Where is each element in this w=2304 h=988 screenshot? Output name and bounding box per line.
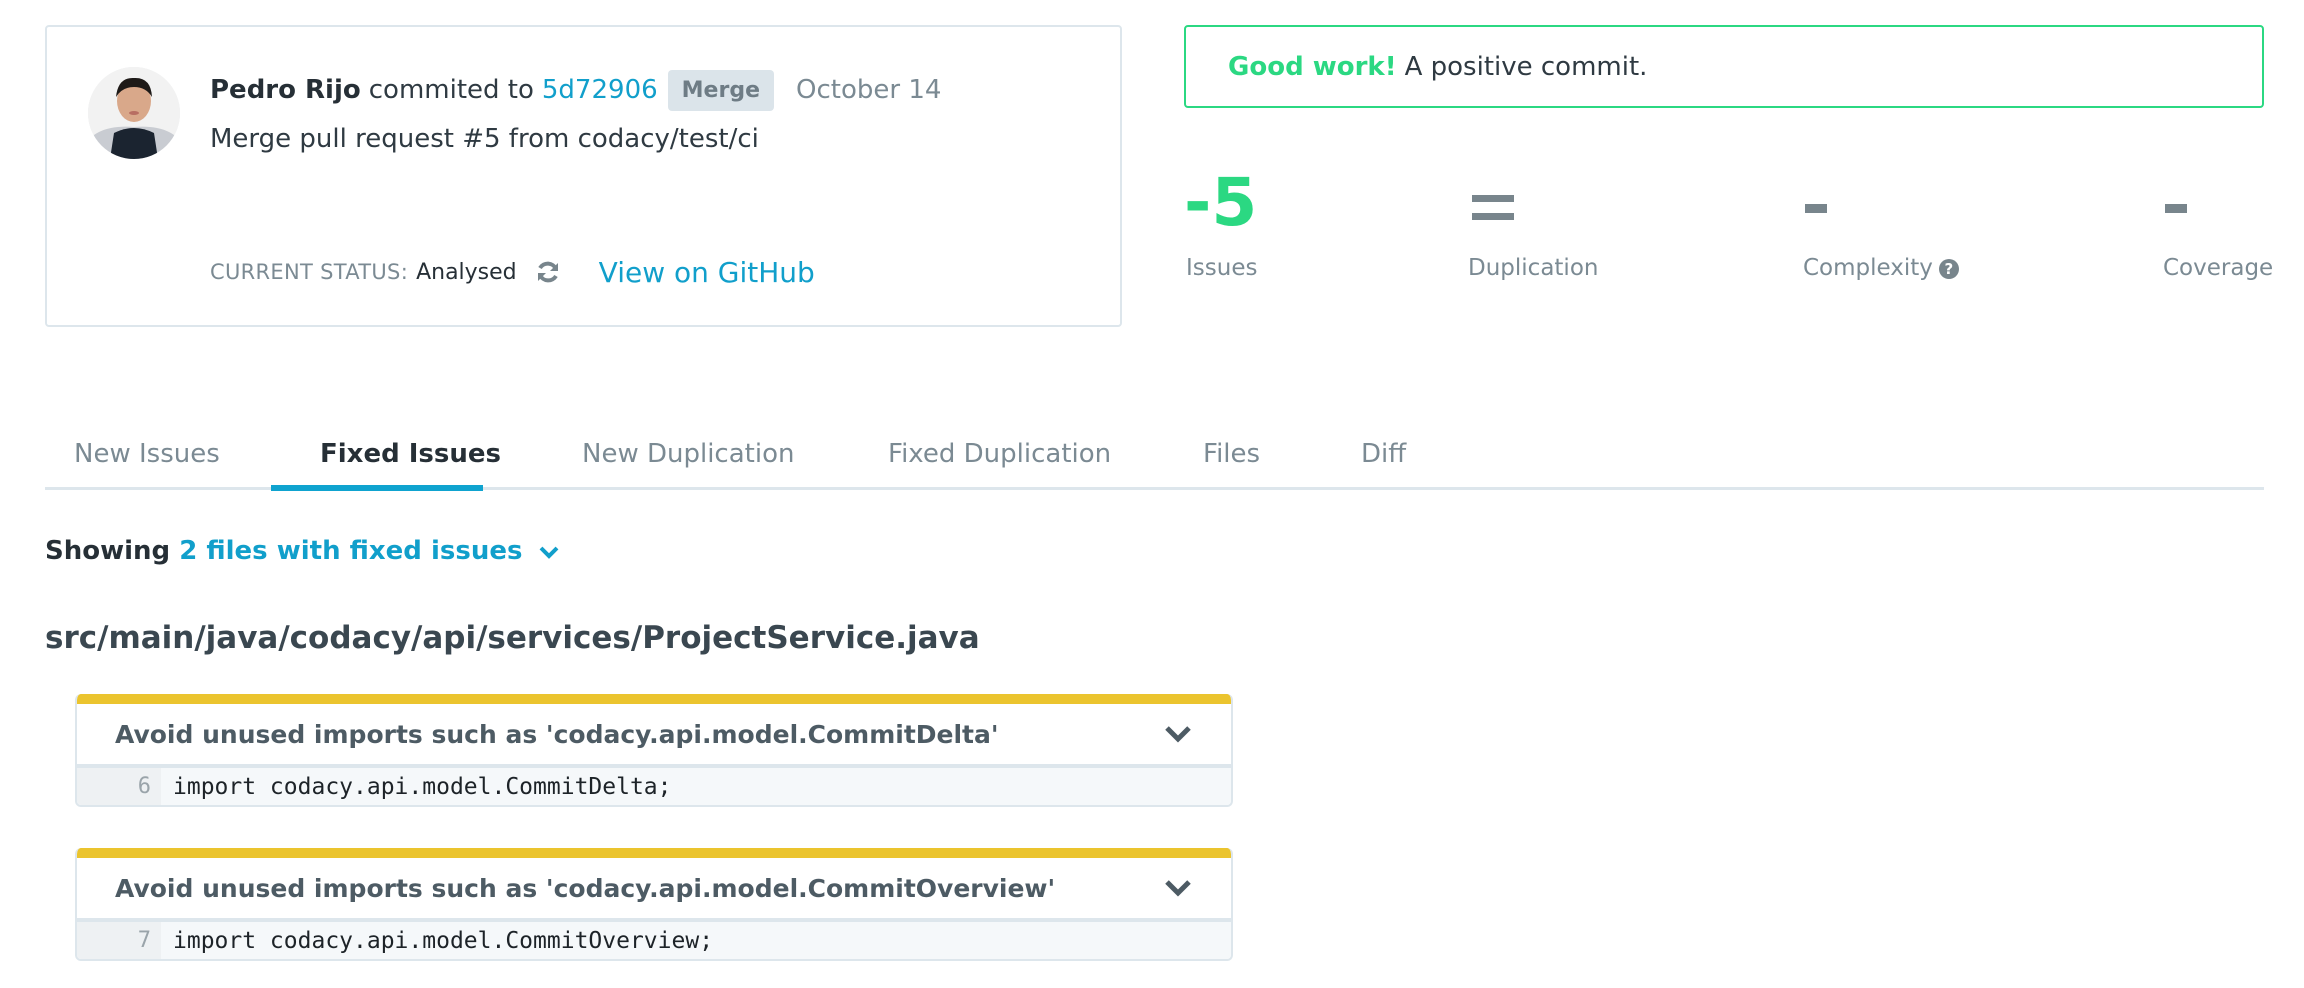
chevron-down-icon (539, 546, 558, 559)
merge-badge: Merge (667, 69, 774, 111)
code-text: import codacy.api.model.CommitDelta; (173, 773, 672, 800)
coverage-stat-label: Coverage (2163, 255, 2274, 281)
commit-tabs: New Issues Fixed Issues New Duplication … (45, 420, 2264, 491)
showing-prefix: Showing (45, 536, 171, 566)
issue-card: Avoid unused imports such as 'codacy.api… (75, 694, 1233, 807)
code-text: import codacy.api.model.CommitOverview; (173, 927, 714, 954)
issue-header[interactable]: Avoid unused imports such as 'codacy.api… (77, 704, 1231, 768)
duplication-equal-icon (1472, 195, 1514, 221)
commit-hash-link[interactable]: 5d72906 (542, 75, 658, 105)
coverage-dash-icon (2165, 204, 2187, 213)
tab-files[interactable]: Files (1203, 438, 1260, 470)
severity-bar (77, 694, 1231, 704)
complexity-stat: Complexity? (1803, 252, 1959, 284)
line-number: 6 (77, 768, 161, 805)
tab-new-issues[interactable]: New Issues (74, 438, 220, 470)
severity-bar (77, 848, 1231, 858)
issues-delta-value: -5 (1184, 164, 1258, 241)
issue-title: Avoid unused imports such as 'codacy.api… (115, 873, 1056, 903)
file-path-heading: src/main/java/codacy/api/services/Projec… (45, 620, 980, 656)
banner-heading: Good work! (1228, 51, 1397, 82)
chevron-down-icon[interactable] (1163, 724, 1193, 744)
issue-header[interactable]: Avoid unused imports such as 'codacy.api… (77, 858, 1231, 922)
author-name[interactable]: Pedro Rijo (210, 75, 361, 105)
commit-action: commited to (368, 75, 534, 105)
issue-title: Avoid unused imports such as 'codacy.api… (115, 719, 999, 749)
tab-fixed-issues[interactable]: Fixed Issues (320, 438, 501, 470)
showing-summary: Showing 2 files with fixed issues (45, 536, 560, 566)
status-label: CURRENT STATUS: (210, 260, 409, 284)
line-number: 7 (77, 922, 161, 959)
commit-date: October 14 (796, 75, 942, 105)
complexity-dash-icon (1805, 204, 1827, 213)
refresh-icon[interactable] (535, 259, 561, 285)
code-line: 7 import codacy.api.model.CommitOverview… (77, 922, 1231, 959)
author-avatar (88, 67, 180, 159)
active-tab-indicator (271, 485, 483, 491)
files-filter-dropdown[interactable]: 2 files with fixed issues (179, 536, 559, 566)
chevron-down-icon[interactable] (1163, 878, 1193, 898)
view-on-github-link[interactable]: View on GitHub (599, 256, 815, 289)
status-value: Analysed (416, 259, 517, 285)
issue-card: Avoid unused imports such as 'codacy.api… (75, 848, 1233, 961)
tab-diff[interactable]: Diff (1361, 438, 1406, 470)
banner-text: A positive commit. (1404, 51, 1648, 82)
duplication-stat-label: Duplication (1468, 255, 1599, 281)
code-line: 6 import codacy.api.model.CommitDelta; (77, 768, 1231, 805)
complexity-stat-label: Complexity (1803, 255, 1933, 281)
commit-message: Merge pull request #5 from codacy/test/c… (210, 124, 759, 154)
positive-commit-banner: Good work! A positive commit. (1184, 25, 2264, 108)
question-circle-icon[interactable]: ? (1938, 259, 1959, 279)
tab-new-duplication[interactable]: New Duplication (582, 438, 794, 470)
commit-summary: Pedro Rijo commited to 5d72906 Merge Oct… (210, 69, 942, 111)
files-filter-label: 2 files with fixed issues (179, 536, 523, 566)
status-row: CURRENT STATUS: Analysed View on GitHub (210, 252, 815, 292)
issues-stat-label: Issues (1186, 255, 1258, 281)
tab-fixed-duplication[interactable]: Fixed Duplication (888, 438, 1111, 470)
